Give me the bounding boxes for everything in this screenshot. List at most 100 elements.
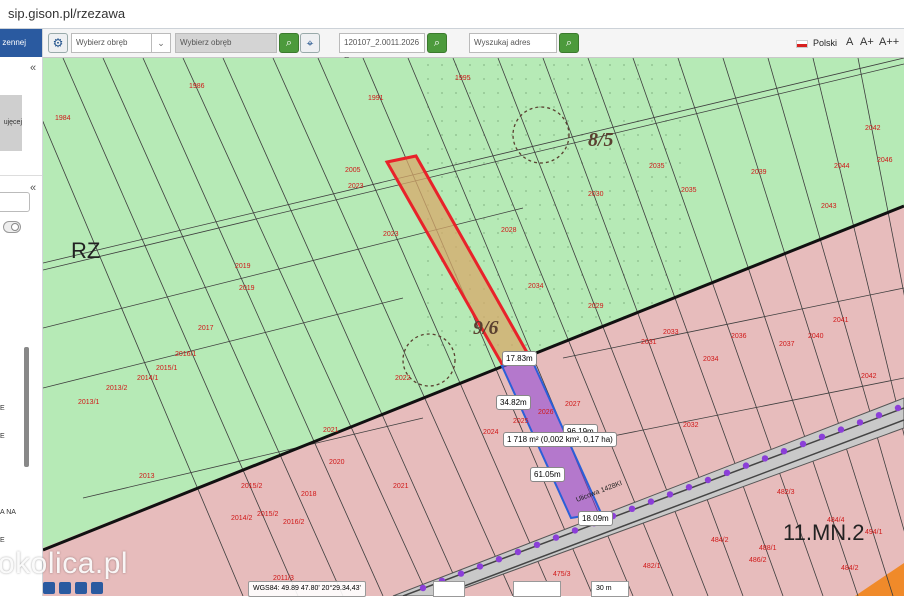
utility-node-icon (761, 455, 769, 462)
obreb-select[interactable]: Wybierz obręb ⌄ (71, 33, 171, 53)
obreb-select-2-placeholder: Wybierz obręb (180, 38, 232, 47)
handwritten-parcel-b: 9/6 (473, 317, 499, 339)
parcel-number-label: 2042 (861, 373, 877, 380)
scale-bar: 30 m (591, 581, 629, 597)
parcel-number-label: 2015/1 (156, 365, 178, 372)
parcel-number-label: 2023 (383, 231, 399, 238)
parcel-number-label: 2017 (198, 325, 214, 332)
parcel-number-label: 2024 (483, 429, 499, 436)
utility-node-icon (514, 548, 522, 556)
parcel-number-label: 2030 (588, 191, 604, 198)
map-status-bar: WGS84: 49.89 47.80' 20°29.34,43' 30 m (43, 580, 904, 597)
sidebar-toggle[interactable] (3, 221, 21, 233)
crs-select[interactable] (433, 581, 465, 597)
sidebar-header[interactable]: zennej (0, 29, 42, 57)
utility-node-icon (799, 440, 807, 448)
font-size-medium-button[interactable]: A+ (860, 36, 874, 48)
parcel-number-label: 2027 (565, 401, 581, 408)
obreb-select-2[interactable]: Wybierz obręb (175, 33, 277, 53)
parcel-number-label: 482/3 (777, 489, 795, 496)
sidebar-divider (0, 175, 42, 176)
chevron-down-icon: ⌄ (151, 34, 170, 52)
address-search-placeholder: Wyszukaj adres (474, 38, 531, 47)
utility-node-icon (818, 433, 826, 440)
measurement-bottom-width: 18.09m (578, 511, 613, 526)
address-search-input[interactable]: Wyszukaj adres (469, 33, 557, 53)
utility-node-icon (552, 534, 560, 541)
search-go-button[interactable]: ⌕ (279, 33, 299, 53)
parcel-number-label: 2022 (395, 375, 411, 382)
parcel-number-label: 2025 (513, 418, 529, 425)
watermark: okolica.pl (0, 547, 129, 580)
font-size-large-button[interactable]: A++ (879, 36, 899, 48)
utility-node-icon (837, 426, 845, 433)
parcel-number-label: 2021 (323, 427, 339, 434)
sidebar-scrollbar[interactable] (24, 347, 29, 467)
measurement-area: 1 718 m² (0,002 km², 0,17 ha) (503, 432, 617, 447)
browser-url-bar[interactable]: sip.gison.pl/rzezawa (0, 0, 904, 29)
tool-icon[interactable] (91, 582, 103, 594)
parcel-number-label: 2018 (301, 491, 317, 498)
parcel-id-input[interactable]: 120107_2.0011.2026 Rz (339, 33, 425, 65)
utility-node-icon (476, 563, 484, 570)
parcel-number-label: 2015/2 (241, 483, 263, 490)
sidebar-card-label: ujęcej (3, 119, 22, 126)
parcel-number-label: 2014/1 (137, 375, 159, 382)
scale-select[interactable] (513, 581, 561, 597)
parcel-number-label: 2026 (538, 409, 554, 416)
parcel-number-label: 2032 (683, 422, 699, 429)
zone-label-mn: 11.MN.2 (783, 520, 865, 545)
parcel-number-label: 2029 (588, 303, 604, 310)
language-selector[interactable]: Polski (813, 38, 837, 48)
parcel-number-label: 2014/2 (231, 515, 253, 522)
font-size-small-button[interactable]: A (846, 36, 853, 48)
handwritten-parcel-a: 8/5 (588, 129, 614, 151)
parcel-number-label: 2021 (393, 483, 409, 490)
parcel-number-label: 1986 (189, 83, 205, 90)
utility-node-icon (666, 491, 674, 498)
parcel-number-label: 486/2 (749, 557, 767, 564)
parcel-number-label: 2035 (681, 187, 697, 194)
map-toolbar: ⚙ Wybierz obręb ⌄ Wybierz obręb ⌕ ⌖ 1201… (43, 29, 904, 65)
layers-icon[interactable]: ⚙ (48, 33, 68, 53)
tool-icon[interactable] (75, 582, 87, 594)
parcel-number-label: 2005 (345, 167, 361, 174)
parcel-number-label: 484/4 (827, 517, 845, 524)
utility-node-icon (704, 476, 712, 484)
utility-node-icon (647, 498, 655, 505)
sidebar-fragment: A NA (0, 509, 16, 516)
address-search-button[interactable]: ⌕ (559, 33, 579, 53)
parcel-number-label: 2016/1 (175, 351, 197, 358)
zone-label-rz: RZ (71, 238, 100, 263)
parcel-number-label: 2013/1 (78, 399, 100, 406)
parcel-number-label: 2044 (834, 163, 850, 170)
parcel-number-label: 2020 (329, 459, 345, 466)
collapse-icon-2[interactable]: « (30, 182, 36, 194)
sidebar-input[interactable] (0, 192, 30, 212)
tool-icon[interactable] (43, 582, 55, 594)
locate-icon[interactable]: ⌖ (300, 33, 320, 53)
collapse-icon[interactable]: « (30, 62, 36, 74)
map-canvas[interactable]: RZ 11.MN.2 8/5 9/6 Ulicowa 1428KI 198419… (43, 58, 904, 596)
sidebar-card[interactable]: ujęcej (0, 95, 22, 151)
parcel-number-label: 482/1 (643, 563, 661, 570)
utility-node-icon (856, 419, 864, 426)
parcel-number-label: 2016/2 (283, 519, 305, 526)
coordinates-readout: WGS84: 49.89 47.80' 20°29.34,43' (248, 581, 366, 597)
parcel-number-label: 2041 (833, 317, 849, 324)
parcel-search-button[interactable]: ⌕ (427, 33, 447, 53)
tool-icon[interactable] (59, 582, 71, 594)
parcel-number-label: 1991 (368, 95, 384, 102)
parcel-number-label: 2034 (528, 283, 544, 290)
parcel-number-label: 2033 (663, 329, 679, 336)
url-text[interactable]: sip.gison.pl/rzezawa (8, 6, 125, 21)
map-viewport[interactable]: RZ 11.MN.2 8/5 9/6 Ulicowa 1428KI 1984 19… (43, 58, 904, 596)
parcel-number-label: 1995 (455, 75, 471, 82)
parcel-number-label: 2035 (649, 163, 665, 170)
parcel-number-label: 2031 (641, 339, 657, 346)
polish-flag-icon (796, 40, 808, 48)
utility-node-icon (571, 527, 579, 534)
parcel-number-label: 2019 (239, 285, 255, 292)
utility-node-icon (533, 541, 541, 548)
parcel-number-label: 1984 (55, 115, 71, 122)
